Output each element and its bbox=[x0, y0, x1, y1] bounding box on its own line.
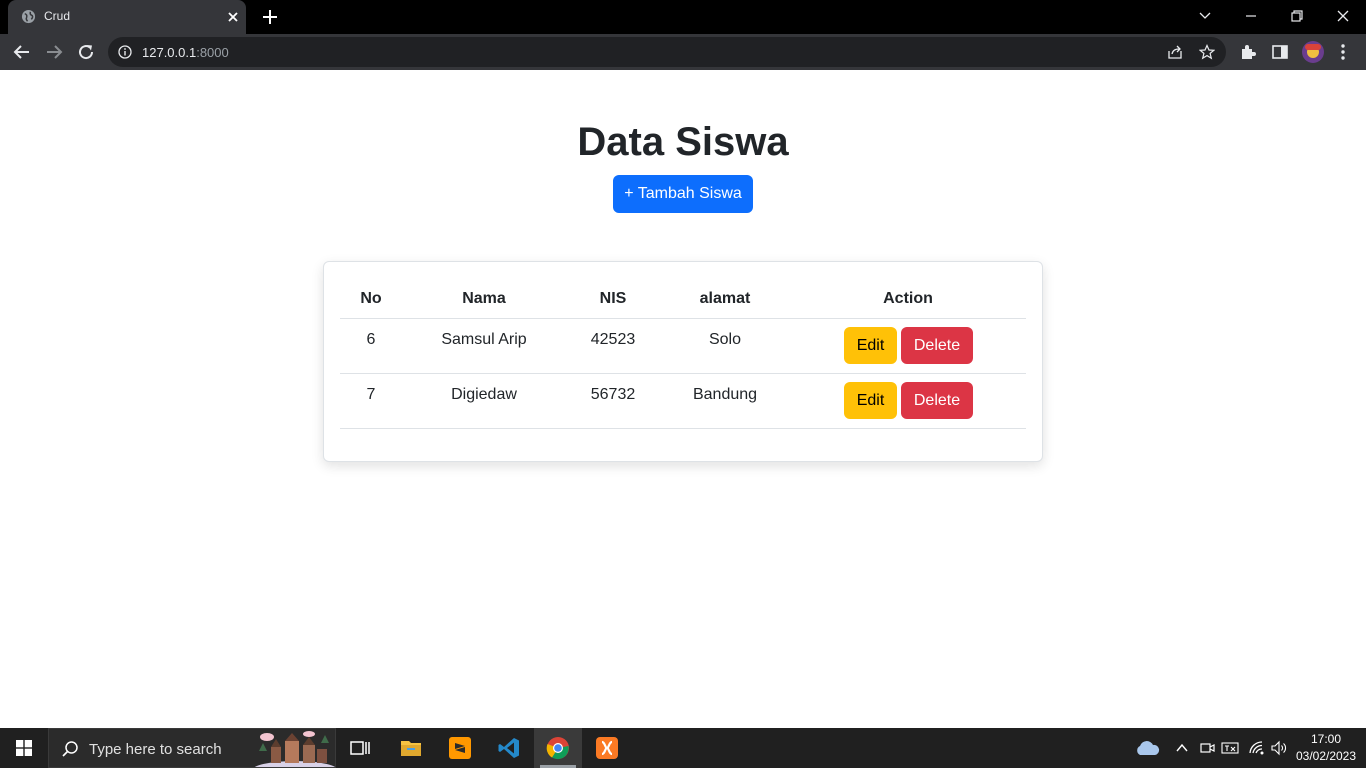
delete-button[interactable]: Delete bbox=[901, 327, 973, 364]
header-action: Action bbox=[883, 290, 933, 307]
wifi-icon[interactable] bbox=[1248, 739, 1266, 757]
windows-taskbar: Type here to search 17:00 03/02/2023 bbox=[0, 728, 1366, 768]
windows-logo-icon bbox=[16, 740, 32, 756]
students-card: No Nama NIS alamat Action 6 Samsul Arip … bbox=[323, 261, 1043, 462]
taskbar-app-file-explorer[interactable] bbox=[387, 728, 435, 768]
delete-button[interactable]: Delete bbox=[901, 382, 973, 419]
table-row: 6 Samsul Arip 42523 Solo Edit Delete bbox=[340, 319, 1026, 374]
reload-icon[interactable] bbox=[77, 43, 95, 61]
restore-icon[interactable] bbox=[1289, 8, 1305, 24]
forward-arrow-icon[interactable] bbox=[45, 43, 63, 61]
address-bar[interactable]: 127.0.0.1:8000 bbox=[108, 37, 1226, 67]
kebab-menu-icon[interactable] bbox=[1340, 43, 1346, 61]
back-arrow-icon[interactable] bbox=[13, 43, 31, 61]
url-host: 127.0.0.1 bbox=[142, 45, 197, 60]
bookmark-star-icon[interactable] bbox=[1199, 44, 1215, 60]
extensions-puzzle-icon[interactable] bbox=[1239, 43, 1257, 61]
volume-icon[interactable] bbox=[1270, 739, 1288, 757]
chevron-down-icon[interactable] bbox=[1197, 8, 1213, 24]
table-row: 7 Digiedaw 56732 Bandung Edit Delete bbox=[340, 374, 1026, 429]
table-header-row: No Nama NIS alamat Action bbox=[340, 282, 1026, 319]
onedrive-cloud-icon[interactable] bbox=[1134, 739, 1160, 757]
browser-toolbar: 127.0.0.1:8000 bbox=[0, 34, 1366, 70]
taskbar-clock[interactable]: 17:00 03/02/2023 bbox=[1290, 731, 1362, 765]
taskbar-app-sublime-text[interactable] bbox=[436, 728, 484, 768]
url-text: 127.0.0.1:8000 bbox=[142, 45, 229, 60]
header-no: No bbox=[360, 290, 382, 307]
chevron-up-icon[interactable] bbox=[1175, 739, 1189, 757]
cell-no: 6 bbox=[366, 331, 376, 348]
header-nis: NIS bbox=[599, 290, 627, 307]
taskbar-app-xampp[interactable] bbox=[583, 728, 631, 768]
taskbar-app-chrome[interactable] bbox=[534, 728, 582, 768]
browser-tab-strip: Crud bbox=[0, 0, 1366, 34]
browser-tab[interactable]: Crud bbox=[8, 0, 246, 34]
cell-nis: 56732 bbox=[590, 386, 636, 403]
new-tab-icon[interactable] bbox=[261, 8, 279, 26]
url-port: :8000 bbox=[196, 45, 229, 60]
tab-title: Crud bbox=[44, 9, 71, 23]
cell-alamat: Bandung bbox=[692, 386, 758, 403]
meet-now-icon[interactable] bbox=[1199, 739, 1215, 757]
profile-avatar[interactable] bbox=[1302, 41, 1324, 63]
cell-alamat: Solo bbox=[708, 331, 742, 348]
cell-nama: Samsul Arip bbox=[441, 331, 527, 348]
minimize-icon[interactable] bbox=[1243, 8, 1259, 24]
header-alamat: alamat bbox=[699, 290, 751, 307]
cell-nama: Digiedaw bbox=[451, 386, 517, 403]
close-window-icon[interactable] bbox=[1335, 8, 1351, 24]
clock-time: 17:00 bbox=[1310, 732, 1342, 746]
share-icon[interactable] bbox=[1167, 44, 1183, 60]
close-tab-icon[interactable] bbox=[226, 10, 240, 24]
search-highlight-illustration bbox=[255, 729, 335, 767]
search-icon bbox=[61, 740, 79, 758]
clock-date: 03/02/2023 bbox=[1295, 749, 1357, 763]
globe-icon bbox=[21, 9, 36, 24]
start-button[interactable] bbox=[0, 728, 48, 768]
cell-no: 7 bbox=[366, 386, 376, 403]
task-view-button[interactable] bbox=[336, 728, 384, 768]
page-title: Data Siswa bbox=[577, 120, 789, 164]
site-info-icon[interactable] bbox=[118, 45, 132, 59]
edit-button[interactable]: Edit bbox=[844, 327, 897, 364]
edit-button[interactable]: Edit bbox=[844, 382, 897, 419]
avatar-hat bbox=[1305, 44, 1321, 50]
search-placeholder: Type here to search bbox=[89, 741, 222, 758]
taskbar-app-vscode[interactable] bbox=[485, 728, 533, 768]
cell-nis: 42523 bbox=[590, 331, 636, 348]
add-student-button[interactable]: + Tambah Siswa bbox=[613, 175, 753, 213]
header-nama: Nama bbox=[462, 290, 506, 307]
language-input-icon[interactable] bbox=[1221, 739, 1239, 757]
side-panel-icon[interactable] bbox=[1271, 43, 1289, 61]
taskbar-search-box[interactable]: Type here to search bbox=[48, 728, 336, 768]
